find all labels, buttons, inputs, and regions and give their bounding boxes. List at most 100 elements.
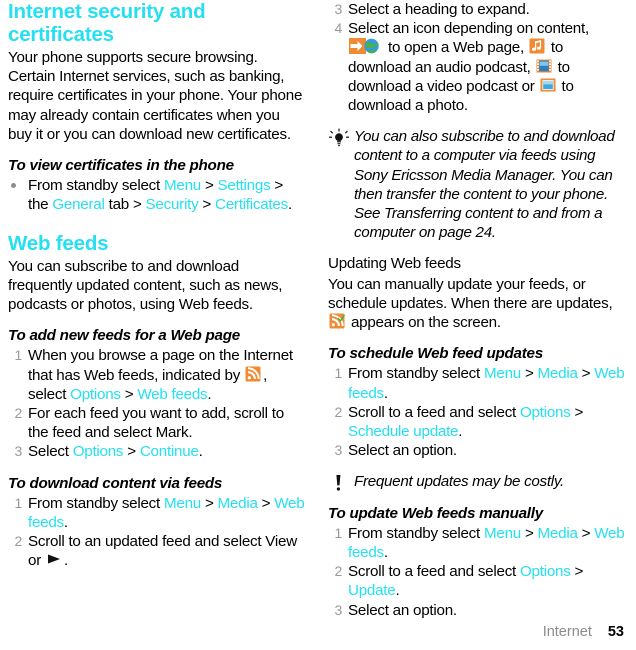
list-item: 2 Scroll to a feed and select Options > S… bbox=[328, 403, 626, 441]
separator: > bbox=[198, 196, 215, 214]
step-number: 3 bbox=[334, 1, 342, 17]
exclamation-note-icon bbox=[328, 473, 350, 495]
step-text: Scroll to an updated feed and select Vie… bbox=[28, 533, 297, 570]
bullet-list-view-certificates: From standby select Menu > Settings > th… bbox=[8, 176, 306, 214]
tip-note: You can also subscribe to and download c… bbox=[328, 127, 626, 242]
step-list-download-content: 1 From standby select Menu > Media > Web … bbox=[8, 494, 306, 571]
list-item: From standby select Menu > Settings > th… bbox=[8, 176, 306, 214]
rss-feed-updated-icon bbox=[329, 313, 346, 330]
list-item: 2 For each feed you want to add, scroll t… bbox=[8, 404, 306, 442]
step-text: . bbox=[198, 443, 203, 461]
separator: > bbox=[200, 494, 218, 512]
web-feeds-title: Web feeds bbox=[8, 231, 109, 255]
warning-note-text: Frequent updates may be costly. bbox=[354, 473, 564, 491]
options-link[interactable]: Options bbox=[520, 563, 571, 580]
step-number: 1 bbox=[14, 347, 22, 364]
list-item: 4 Select an icon depending on content, to… bbox=[328, 19, 626, 115]
step-number: 1 bbox=[334, 524, 342, 541]
video-podcast-film-icon bbox=[536, 58, 553, 75]
step-text: . bbox=[383, 544, 388, 562]
separator: > bbox=[577, 365, 595, 383]
schedule-update-link[interactable]: Schedule update bbox=[348, 423, 459, 440]
step-text: Scroll to a feed and select bbox=[348, 403, 520, 421]
security-link[interactable]: Security bbox=[146, 196, 199, 213]
step-number: 2 bbox=[14, 405, 22, 422]
update-link[interactable]: Update bbox=[348, 582, 396, 599]
step-text: From standby select bbox=[348, 524, 484, 542]
web-feeds-link[interactable]: Web feeds bbox=[137, 386, 207, 403]
separator: > bbox=[577, 524, 595, 542]
separator: > bbox=[123, 443, 140, 461]
page-footer: Internet 53 bbox=[0, 624, 636, 640]
warning-note: Frequent updates may be costly. bbox=[328, 472, 626, 492]
procedure-title-schedule-updates: To schedule Web feed updates bbox=[328, 345, 543, 363]
intro-paragraph: Your phone supports secure browsing. Cer… bbox=[8, 49, 303, 143]
list-item: 3 Select an option. bbox=[328, 601, 626, 620]
lightbulb-tip-icon bbox=[328, 128, 350, 150]
step-text: to open a Web page, bbox=[384, 39, 528, 57]
procedure-title-add-feeds: To add new feeds for a Web page bbox=[8, 327, 240, 345]
procedure-title-view-certificates: To view certificates in the phone bbox=[8, 157, 234, 175]
paragraph-text: You can manually update your feeds, or s… bbox=[328, 275, 613, 312]
step-text: From standby select bbox=[28, 177, 164, 195]
step-number: 2 bbox=[14, 533, 22, 550]
manual-page: Internet security and certificates Your … bbox=[0, 0, 636, 650]
options-link[interactable]: Options bbox=[520, 404, 571, 421]
general-tab-link[interactable]: General bbox=[52, 196, 105, 213]
step-list-add-feeds: 1 When you browse a page on the Internet … bbox=[8, 346, 306, 461]
options-link[interactable]: Options bbox=[70, 386, 121, 403]
media-link[interactable]: Media bbox=[218, 495, 258, 512]
step-number: 4 bbox=[334, 20, 342, 37]
play-triangle-icon bbox=[46, 551, 63, 568]
media-link[interactable]: Media bbox=[538, 525, 578, 542]
list-item: 1 When you browse a page on the Internet … bbox=[8, 346, 306, 404]
menu-link[interactable]: Menu bbox=[484, 365, 521, 382]
footer-chapter-name: Internet bbox=[542, 624, 592, 640]
separator: > bbox=[520, 524, 538, 542]
step-text: . bbox=[458, 423, 463, 441]
list-item: 2 Scroll to an updated feed and select Vi… bbox=[8, 532, 306, 570]
page-title: Internet security and certificates bbox=[8, 0, 206, 46]
certificates-link[interactable]: Certificates bbox=[215, 196, 288, 213]
paragraph-text: appears on the screen. bbox=[347, 314, 501, 332]
step-list-update-manually: 1 From standby select Menu > Media > Web … bbox=[328, 524, 626, 620]
list-item: 1 From standby select Menu > Media > Web … bbox=[328, 364, 626, 402]
procedure-title-update-manually: To update Web feeds manually bbox=[328, 504, 543, 522]
step-text: . bbox=[63, 514, 68, 532]
web-page-globe-icon bbox=[349, 38, 383, 55]
menu-link[interactable]: Menu bbox=[164, 177, 201, 194]
step-number: 2 bbox=[334, 563, 342, 580]
step-text: . bbox=[383, 384, 388, 402]
options-link[interactable]: Options bbox=[73, 443, 124, 460]
step-number: 2 bbox=[334, 403, 342, 420]
step-number: 3 bbox=[334, 601, 342, 618]
step-number: 1 bbox=[334, 365, 342, 382]
separator: > bbox=[570, 403, 584, 421]
continue-link[interactable]: Continue bbox=[140, 443, 199, 460]
list-item: 1 From standby select Menu > Media > Web … bbox=[328, 524, 626, 562]
step-text: Select an option. bbox=[348, 601, 457, 619]
bullet-dot-icon bbox=[11, 183, 16, 189]
step-number: 3 bbox=[334, 442, 342, 459]
left-column: Internet security and certificates Your … bbox=[8, 0, 306, 620]
updating-web-feeds-paragraph: You can manually update your feeds, or s… bbox=[328, 275, 626, 333]
footer-page-number: 53 bbox=[607, 624, 624, 640]
photo-image-icon bbox=[540, 77, 557, 94]
separator: > bbox=[120, 385, 138, 403]
step-list-schedule-updates: 1 From standby select Menu > Media > Web … bbox=[328, 364, 626, 460]
step-text: From standby select bbox=[28, 494, 164, 512]
list-item: 2 Scroll to a feed and select Options > U… bbox=[328, 562, 626, 600]
step-number: 3 bbox=[14, 443, 22, 460]
step-text: . bbox=[63, 552, 68, 570]
step-text: From standby select bbox=[348, 365, 484, 383]
step-text: Select an icon depending on content, bbox=[348, 20, 589, 38]
menu-link[interactable]: Menu bbox=[164, 495, 201, 512]
menu-link[interactable]: Menu bbox=[484, 525, 521, 542]
step-text: Select bbox=[28, 443, 73, 461]
settings-link[interactable]: Settings bbox=[218, 177, 271, 194]
separator: > bbox=[570, 563, 584, 581]
list-item: 3 Select an option. bbox=[328, 441, 626, 460]
separator: > bbox=[520, 365, 538, 383]
list-item: 1 From standby select Menu > Media > Web … bbox=[8, 494, 306, 532]
media-link[interactable]: Media bbox=[538, 365, 578, 382]
